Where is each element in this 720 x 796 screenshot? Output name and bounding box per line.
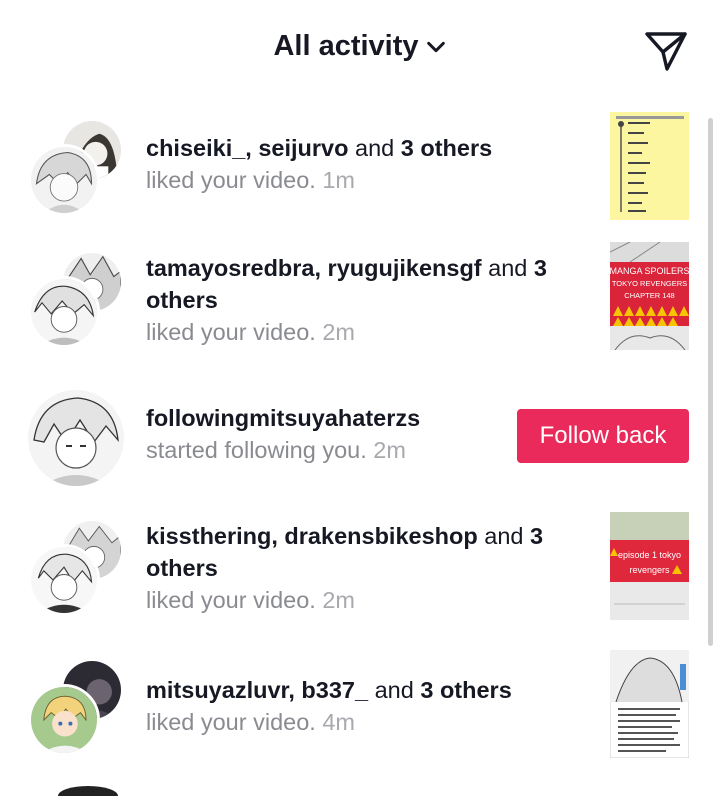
avatar xyxy=(28,276,100,348)
avatar[interactable] xyxy=(58,786,118,796)
video-thumbnail[interactable] xyxy=(610,650,689,758)
follow-back-button[interactable]: Follow back xyxy=(517,409,689,463)
usernames[interactable]: followingmitsuyahaterzs xyxy=(146,405,420,431)
activity-text: liked your video. xyxy=(146,709,316,735)
notification-row[interactable]: mitsuyazluvr, b337_ and 3 others liked y… xyxy=(0,650,706,760)
timestamp: 2m xyxy=(322,587,356,613)
video-thumbnail[interactable] xyxy=(610,112,689,220)
notification-row[interactable]: kissthering, drakensbikeshop and 3 other… xyxy=(0,512,706,622)
thumbnail-text: episode 1 tokyo xyxy=(618,550,681,560)
avatar-stack[interactable] xyxy=(28,658,126,756)
activity-text: liked your video. xyxy=(146,587,316,613)
thumbnail-text: CHAPTER 148 xyxy=(624,291,674,300)
activity-filter-dropdown[interactable]: All activity xyxy=(273,30,446,63)
usernames[interactable]: mitsuyazluvr, b337_ xyxy=(146,677,368,703)
scrollbar[interactable] xyxy=(708,118,713,646)
activity-text: liked your video. xyxy=(146,319,316,345)
notification-row[interactable]: chiseiki_, seijurvo and 3 others liked y… xyxy=(0,112,706,222)
others-link[interactable]: 3 others xyxy=(420,677,511,703)
timestamp: 1m xyxy=(322,167,356,193)
avatar-stack[interactable] xyxy=(28,118,126,216)
timestamp: 2m xyxy=(322,319,356,345)
timestamp: 2m xyxy=(373,437,406,463)
avatar xyxy=(28,544,100,616)
video-thumbnail[interactable]: MANGA SPOILERS TOKYO REVENGERS CHAPTER 1… xyxy=(610,242,689,350)
send-direct-message-icon[interactable] xyxy=(643,28,689,74)
timestamp: 4m xyxy=(322,709,356,735)
thumbnail-text: TOKYO REVENGERS xyxy=(612,279,687,288)
avatar xyxy=(28,144,100,216)
avatar-stack[interactable] xyxy=(28,518,126,616)
header: All activity xyxy=(0,0,720,100)
avatar-stack[interactable] xyxy=(28,250,126,348)
avatar-stack[interactable] xyxy=(28,390,126,488)
avatar xyxy=(28,684,100,756)
usernames[interactable]: chiseiki_, seijurvo xyxy=(146,135,348,161)
thumbnail-text: MANGA SPOILERS xyxy=(610,266,689,276)
activity-text: started following you. xyxy=(146,437,367,463)
page-title: All activity xyxy=(273,30,419,62)
chevron-down-icon xyxy=(426,41,445,52)
thumbnail-text: revengers xyxy=(629,565,670,575)
activity-text: liked your video. xyxy=(146,167,316,193)
usernames[interactable]: kissthering, drakensbikeshop xyxy=(146,523,478,549)
others-link[interactable]: 3 others xyxy=(401,135,492,161)
avatar xyxy=(28,390,124,486)
notification-row[interactable]: tamayosredbra, ryugujikensgf and 3 other… xyxy=(0,242,706,352)
usernames[interactable]: tamayosredbra, ryugujikensgf xyxy=(146,255,482,281)
video-thumbnail[interactable]: episode 1 tokyo revengers xyxy=(610,512,689,620)
